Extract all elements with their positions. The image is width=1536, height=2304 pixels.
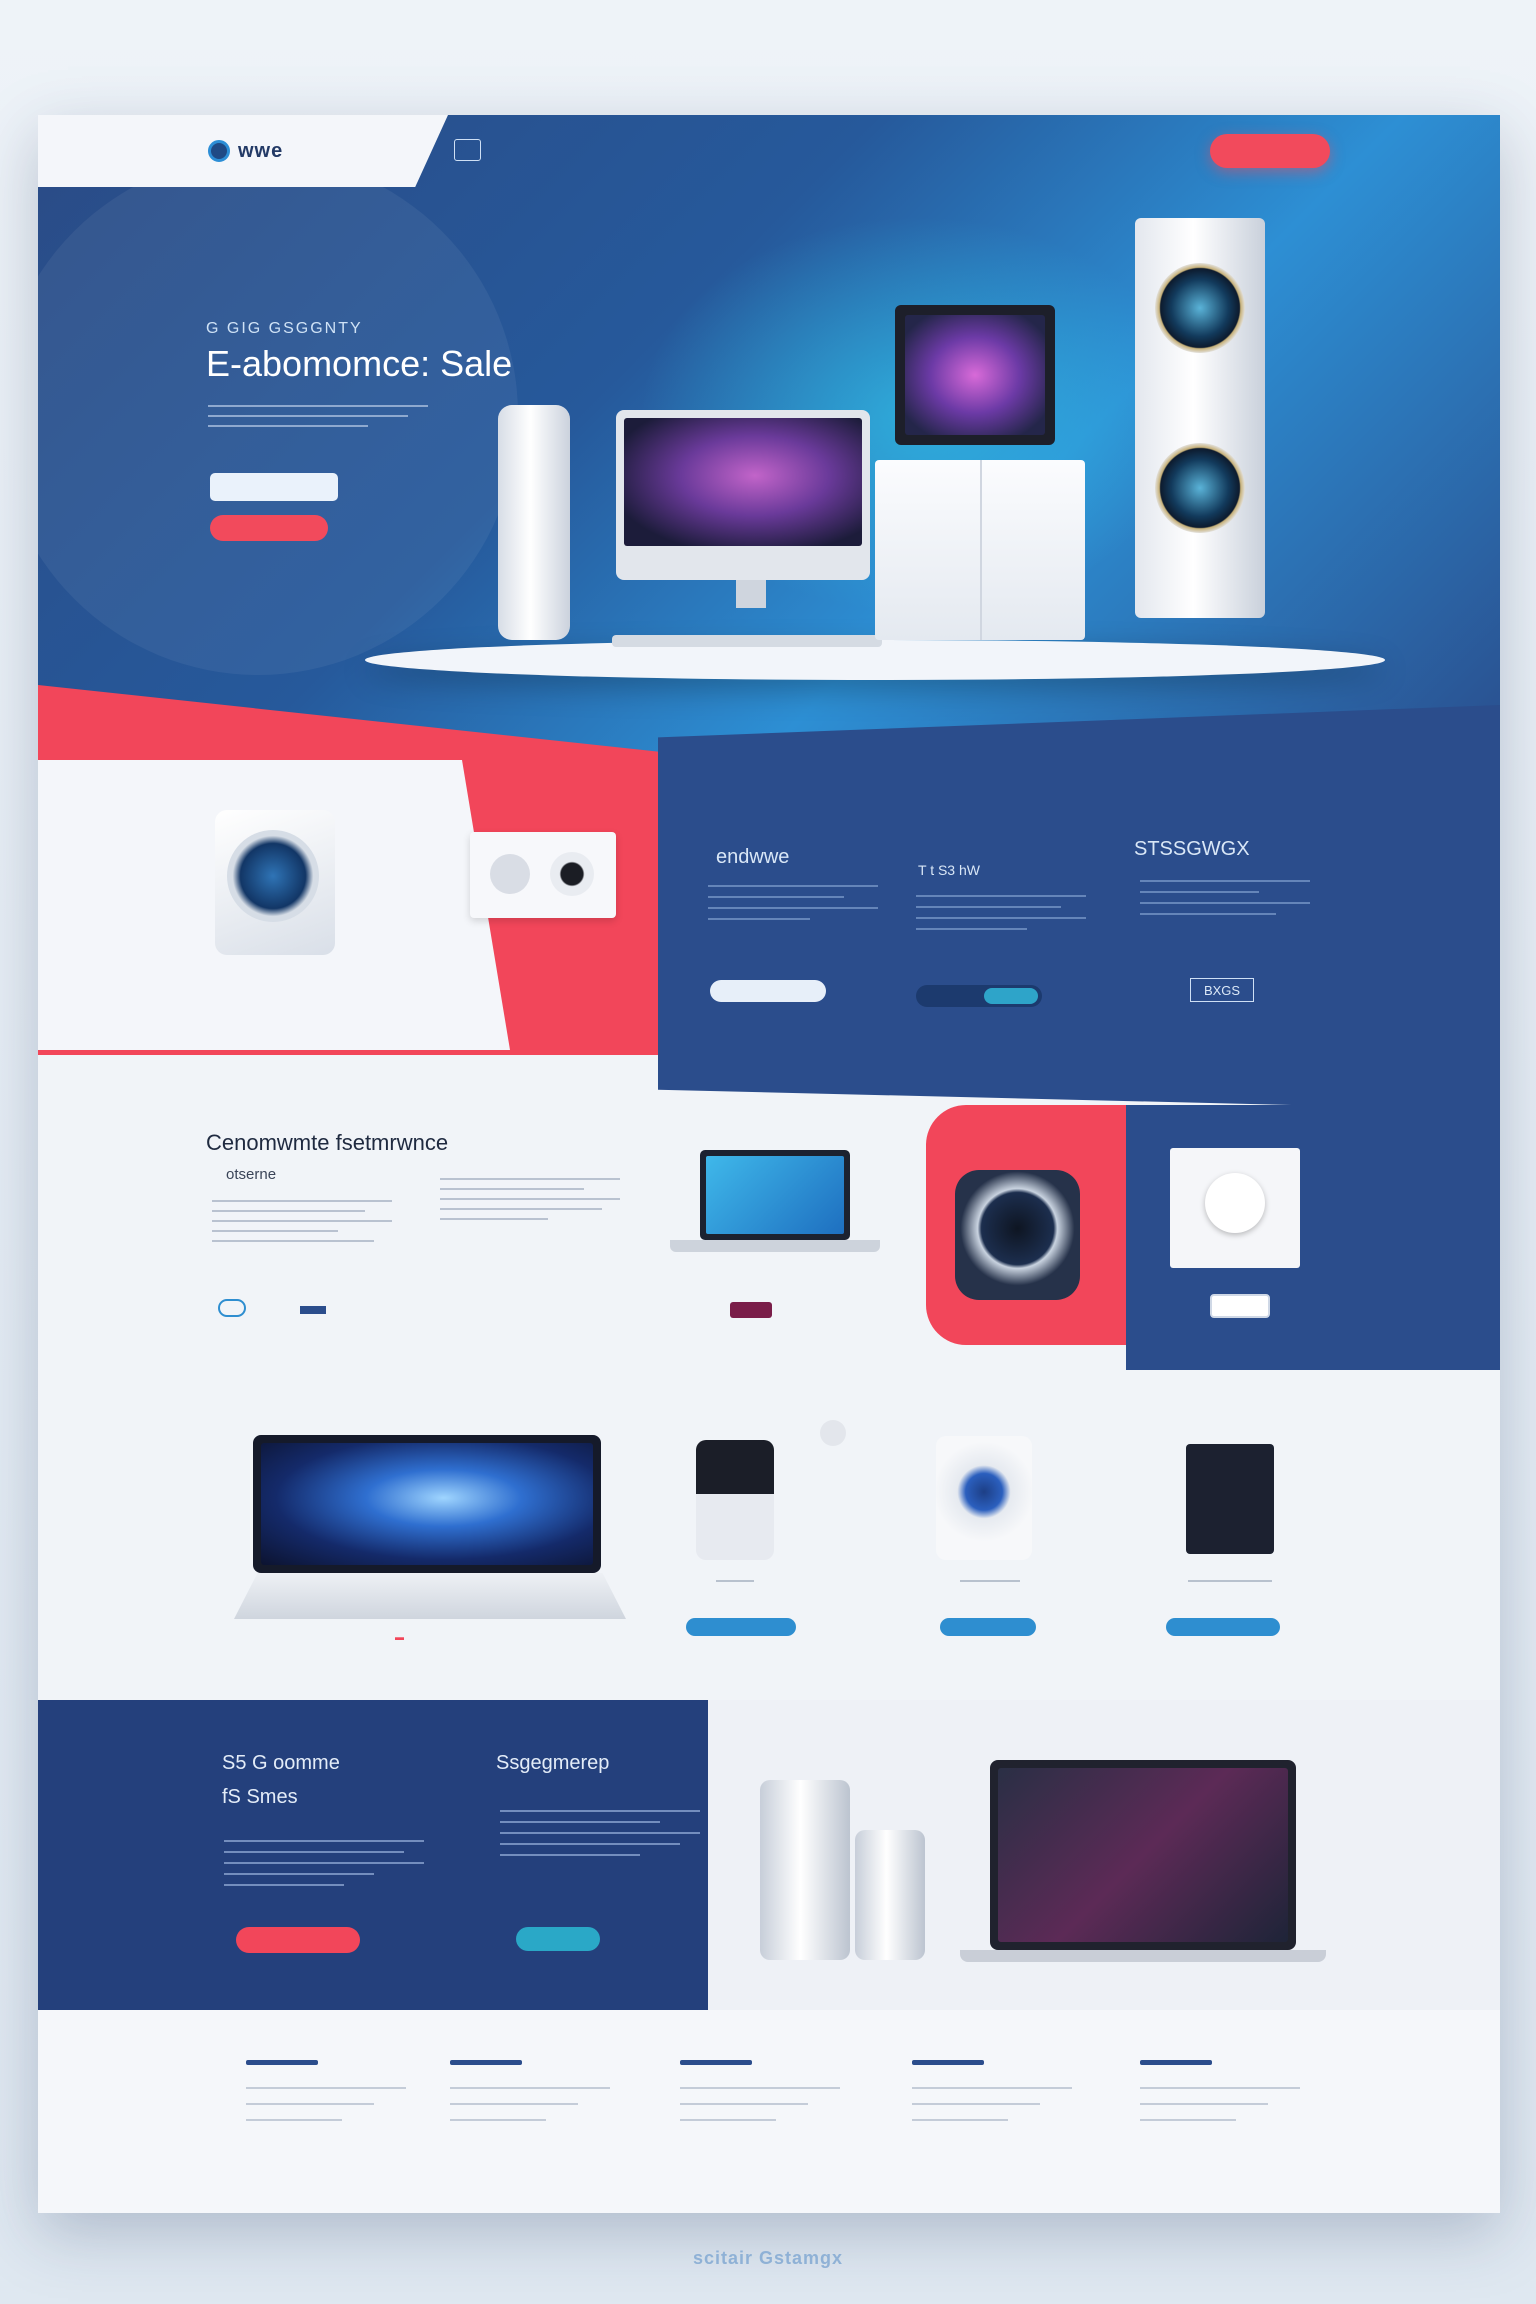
footer-column-5 [1140, 2060, 1300, 2135]
product-3-text [960, 1580, 1020, 1582]
washing-machine-image [215, 810, 335, 955]
feature-title-2: T t S3 hW [918, 862, 980, 878]
hero-primary-button[interactable] [210, 473, 338, 501]
speaker-image [1135, 218, 1265, 618]
product-4-button[interactable] [1166, 1618, 1280, 1636]
appliance-card[interactable] [470, 832, 616, 918]
laptop-product-label: ▬ [395, 1632, 404, 1642]
pc-tower-image [498, 405, 570, 640]
nav-item-6[interactable] [722, 139, 747, 161]
header-cta-button[interactable] [1210, 134, 1330, 168]
section3-bar-icon [300, 1306, 326, 1314]
speaker-cone-bottom [1155, 443, 1245, 533]
feature-button-2[interactable] [916, 985, 1042, 1007]
laptop-dark-base [960, 1950, 1326, 1962]
section3-title: Cenomwmte fsetmrwnce [206, 1130, 449, 1155]
laptop-product-base [234, 1573, 626, 1619]
footer-column-3 [680, 2060, 840, 2135]
footer-column-2 [450, 2060, 610, 2135]
logo-icon[interactable] [208, 140, 230, 162]
hero-description [208, 405, 438, 427]
bottom-brand-text: scitair Gstamgx [692, 2248, 844, 2268]
section3-small-button[interactable] [1210, 1294, 1270, 1318]
section5-title-line1: S5 G oomme [222, 1752, 340, 1774]
product-image-2 [696, 1440, 774, 1560]
hero-title: E-abomomce: Sale [206, 343, 513, 384]
section5-red-button[interactable] [236, 1927, 360, 1953]
hero-secondary-button[interactable] [210, 515, 328, 541]
section5-text-right [500, 1810, 700, 1865]
server-image [760, 1780, 850, 1960]
laptop-dark-image [990, 1760, 1296, 1950]
hero-tagline: G GIG GSGGNTY [206, 320, 363, 337]
section3-text-right [440, 1178, 620, 1228]
product-accessory-image [820, 1420, 846, 1446]
feature-title-1: endwwe [716, 846, 790, 868]
small-monitor-image [895, 305, 1055, 445]
feature-badge: BXGS [1190, 978, 1254, 1002]
keyboard-image [612, 635, 882, 647]
nav-item-3[interactable] [562, 139, 587, 161]
main-nav [454, 139, 853, 161]
nav-item-2[interactable] [509, 139, 534, 161]
section5-title-line2: fS Smes [222, 1786, 298, 1808]
section5-text-left [224, 1840, 424, 1895]
nav-item-4[interactable] [616, 139, 641, 161]
feature-text-1 [708, 885, 878, 929]
footer-column-4 [912, 2060, 1072, 2135]
section3-red-marker [730, 1302, 772, 1318]
laptop-product-image [253, 1435, 601, 1573]
section5-teal-button[interactable] [516, 1927, 600, 1951]
section5-right-title: Ssgegmerep [496, 1752, 610, 1774]
product-3-button[interactable] [940, 1618, 1036, 1636]
switch-card-image [1170, 1148, 1300, 1268]
laptop-small-base [670, 1240, 880, 1252]
drawer-unit-image [875, 460, 1085, 640]
product-4-text [1188, 1580, 1272, 1582]
logo-bar: wwe [38, 115, 448, 187]
product-2-button[interactable] [686, 1618, 796, 1636]
section3-subtitle: otserne [226, 1166, 277, 1183]
section3-text-left [212, 1200, 392, 1250]
section3-toggle-icon[interactable] [218, 1299, 246, 1317]
product-2-text [716, 1580, 754, 1582]
feature-text-2 [916, 895, 1086, 939]
logo-text[interactable]: wwe [238, 140, 283, 163]
laptop-small-image [700, 1150, 850, 1240]
feature-button-1[interactable] [710, 980, 826, 1002]
product-image-3 [936, 1436, 1032, 1560]
feature-text-3 [1140, 880, 1310, 924]
nav-item-7[interactable] [775, 139, 800, 161]
server-small-image [855, 1830, 925, 1960]
monitor-stand [736, 580, 766, 608]
speaker-cone-top [1155, 263, 1245, 353]
product-image-4 [1186, 1444, 1274, 1554]
nav-item-5[interactable] [669, 139, 694, 161]
desktop-monitor-image [616, 410, 870, 580]
appliance-image [955, 1170, 1080, 1300]
feature-title-3: STSSGWGX [1134, 838, 1250, 860]
footer-column-1 [246, 2060, 406, 2135]
nav-item-1[interactable] [454, 139, 482, 161]
nav-item-8[interactable] [828, 139, 853, 161]
